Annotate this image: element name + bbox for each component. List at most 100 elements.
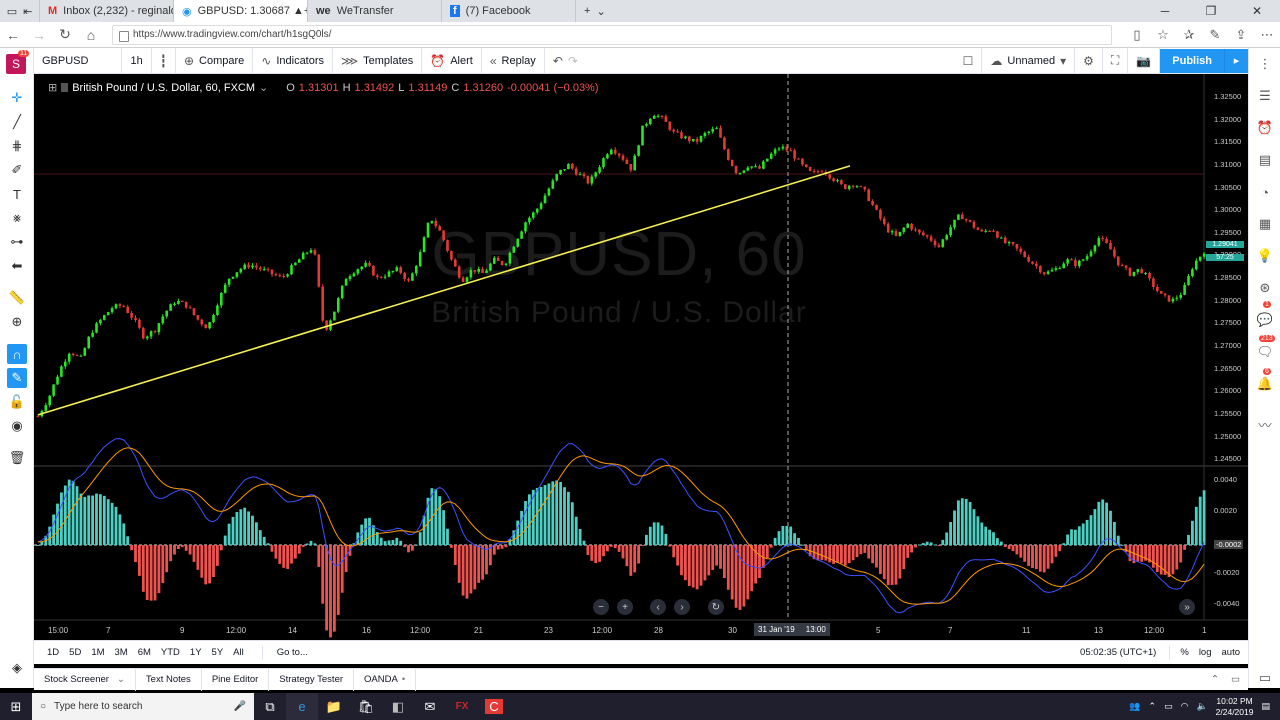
brush-icon[interactable]: ✐ xyxy=(7,160,27,180)
tab-tradingview[interactable]: ◉ GBPUSD: 1.30687 ▲+0. ✕ xyxy=(174,0,308,22)
maximize-panel-icon[interactable]: ▭ xyxy=(1231,674,1240,685)
chart-pane[interactable]: GBPUSD, 60 British Pound / U.S. Dollar ⊞… xyxy=(34,74,1248,640)
ruler-icon[interactable]: 📏 xyxy=(7,288,27,308)
app-icon[interactable]: ◧ xyxy=(382,693,414,720)
range-1m[interactable]: 1M xyxy=(86,647,109,658)
url-field[interactable]: https://www.tradingview.com/chart/h1sgQ0… xyxy=(112,24,1112,45)
fib-icon[interactable]: ⋕ xyxy=(7,136,27,156)
redo-icon[interactable]: ↷ xyxy=(568,54,578,68)
templates-button[interactable]: ⋙ Templates xyxy=(333,47,423,74)
lock-icon[interactable]: 🔓 xyxy=(7,392,27,412)
chevron-up-icon[interactable]: ⌃ xyxy=(1211,674,1219,685)
data-window-icon[interactable]: ▤ xyxy=(1255,150,1275,170)
range-6m[interactable]: 6M xyxy=(133,647,156,658)
tab-pine-editor[interactable]: Pine Editor xyxy=(202,668,270,691)
alerts-clock-icon[interactable]: ⏰ xyxy=(1255,118,1275,138)
chevron-down-icon[interactable]: ⌄ xyxy=(596,5,605,18)
tab-actions-icon[interactable]: ▭ xyxy=(7,5,17,18)
range-all[interactable]: All xyxy=(228,647,249,658)
auto-toggle[interactable]: auto xyxy=(1222,647,1241,658)
timezone-clock[interactable]: 05:02:35 (UTC+1) xyxy=(1080,647,1156,658)
crosshair-icon[interactable]: ✛ xyxy=(7,88,27,108)
tab-oanda[interactable]: OANDA • xyxy=(354,668,417,691)
stay-drawing-icon[interactable]: ✎ xyxy=(7,368,27,388)
share-icon[interactable]: ⇪ xyxy=(1228,27,1254,43)
trash-icon[interactable]: 🗑 xyxy=(7,448,27,468)
watchlist-icon[interactable]: ☰ xyxy=(1255,86,1275,106)
collapse-icon[interactable]: ▭ xyxy=(1255,668,1275,688)
legend-title[interactable]: British Pound / U.S. Dollar, 60, FXCM xyxy=(72,82,255,94)
chevron-up-icon[interactable]: ⌃ xyxy=(1149,701,1157,712)
zoom-in-icon[interactable]: + xyxy=(617,599,633,615)
magnet-icon[interactable]: ∩ xyxy=(7,344,27,364)
file-explorer-icon[interactable]: 📁 xyxy=(318,693,350,720)
fx-app-icon[interactable]: FX xyxy=(446,693,478,720)
settings-button[interactable]: ⚙ xyxy=(1075,47,1103,74)
home-icon[interactable]: ⌂ xyxy=(78,27,104,43)
pattern-icon[interactable]: ⨳ xyxy=(7,208,27,228)
chats-icon[interactable]: 💬 xyxy=(1255,310,1275,330)
avatar[interactable]: S xyxy=(6,54,26,74)
streams-icon[interactable]: ⊛ xyxy=(1255,278,1275,298)
people-icon[interactable]: 👥 xyxy=(1129,701,1140,712)
replay-button[interactable]: «Replay xyxy=(482,47,545,74)
text-icon[interactable]: T xyxy=(7,184,27,204)
close-window-icon[interactable]: ✕ xyxy=(1234,0,1280,22)
forward-icon[interactable]: → xyxy=(26,27,52,43)
price-chart-svg[interactable] xyxy=(34,74,1248,640)
favorite-star-icon[interactable]: ☆ xyxy=(1150,27,1176,43)
hotlist-icon[interactable]: ◔ xyxy=(1255,182,1275,202)
chart-style-button[interactable]: ┇ xyxy=(152,47,176,74)
layers-icon[interactable]: ◈ xyxy=(7,658,27,678)
layout-name-button[interactable]: ☁ Unnamed ▾ xyxy=(982,47,1076,74)
prediction-icon[interactable]: ⊶ xyxy=(7,232,27,252)
legend-chevron-icon[interactable]: ⌄ xyxy=(259,81,268,94)
fullscreen-button[interactable]: ⛶ xyxy=(1103,47,1129,74)
private-chats-icon[interactable]: 🗨 xyxy=(1255,342,1275,362)
refresh-icon[interactable]: ↻ xyxy=(52,26,78,43)
plus-icon[interactable]: + xyxy=(584,5,590,17)
windows-start-icon[interactable]: ⊞ xyxy=(0,693,32,720)
range-1y[interactable]: 1Y xyxy=(185,647,207,658)
eye-icon[interactable]: ◉ xyxy=(7,416,27,436)
back-icon[interactable]: ← xyxy=(0,27,26,43)
back-tabs-icon[interactable]: ⇤ xyxy=(23,5,32,18)
zoom-icon[interactable]: ⊕ xyxy=(7,312,27,332)
edge-icon[interactable]: e xyxy=(286,693,318,720)
fullscreen-layout-button[interactable]: ☐ xyxy=(955,47,983,74)
goto-button[interactable]: Go to... xyxy=(263,647,313,658)
network-icon[interactable]: ▭ xyxy=(1164,701,1173,712)
taskbar-search[interactable]: ○ Type here to search 🎤 xyxy=(32,693,254,720)
tab-stock-screener[interactable]: Stock Screener ⌄ xyxy=(34,668,136,691)
scroll-right-icon[interactable]: › xyxy=(674,599,690,615)
range-5d[interactable]: 5D xyxy=(64,647,86,658)
publish-menu-button[interactable]: ▸ xyxy=(1224,48,1248,73)
store-icon[interactable]: 🛍 xyxy=(350,693,382,720)
calendar-icon[interactable]: ▦ xyxy=(1255,214,1275,234)
range-ytd[interactable]: YTD xyxy=(156,647,185,658)
tab-strategy-tester[interactable]: Strategy Tester xyxy=(269,668,355,691)
wifi-icon[interactable]: ◠ xyxy=(1181,701,1189,712)
new-tab-button[interactable]: + ⌄ xyxy=(576,0,626,22)
range-3m[interactable]: 3M xyxy=(110,647,133,658)
snapshot-button[interactable]: 📷 xyxy=(1128,47,1161,74)
legend-expand-icon[interactable]: ⊞ xyxy=(48,81,57,94)
scroll-to-end-icon[interactable]: » xyxy=(1179,599,1195,615)
notifications-bell-icon[interactable]: 🔔 xyxy=(1255,374,1275,394)
alert-button[interactable]: ⏰ Alert xyxy=(422,47,482,74)
scroll-left-icon[interactable]: ‹ xyxy=(650,599,666,615)
microphone-icon[interactable]: 🎤 xyxy=(234,701,246,712)
minimize-icon[interactable]: ─ xyxy=(1142,0,1188,22)
range-1d[interactable]: 1D xyxy=(42,647,64,658)
back-arrow-icon[interactable]: ⬅ xyxy=(7,256,27,276)
symbol-search[interactable]: GBPUSD xyxy=(34,47,123,74)
zoom-out-icon[interactable]: − xyxy=(593,599,609,615)
mail-icon[interactable]: ✉ xyxy=(414,693,446,720)
ideas-bulb-icon[interactable]: 💡 xyxy=(1255,246,1275,266)
trading-panel-icon[interactable]: 〰 xyxy=(1255,414,1275,434)
reading-view-icon[interactable]: ▯ xyxy=(1124,27,1150,43)
tab-wetransfer[interactable]: we WeTransfer xyxy=(308,0,442,22)
more-icon[interactable]: ⋯ xyxy=(1254,27,1280,43)
taskbar-clock[interactable]: 10:02 PM 2/24/2019 xyxy=(1216,696,1254,718)
undo-icon[interactable]: ↶ xyxy=(553,54,563,68)
